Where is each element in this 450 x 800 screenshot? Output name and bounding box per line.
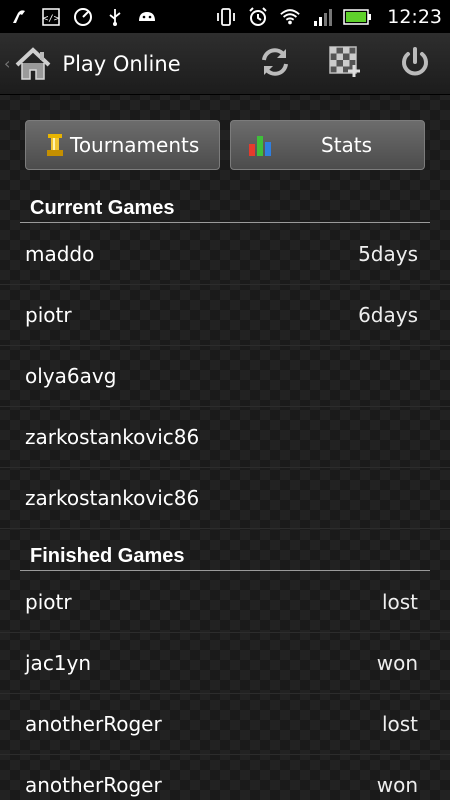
action-bar-actions xyxy=(240,33,450,95)
home-icon[interactable] xyxy=(12,43,54,85)
new-game-icon xyxy=(328,45,362,83)
game-row[interactable]: maddo 5days xyxy=(0,224,450,285)
game-status: lost xyxy=(381,590,418,614)
refresh-icon xyxy=(258,45,292,83)
new-game-button[interactable] xyxy=(310,33,380,95)
signal-icon xyxy=(311,6,333,28)
opponent-name: maddo xyxy=(25,242,95,266)
code-icon: </> xyxy=(40,6,62,28)
finished-games-header: Finished Games xyxy=(20,543,430,571)
page-title: Play Online xyxy=(62,51,181,76)
opponent-name: zarkostankovic86 xyxy=(25,425,200,449)
game-row[interactable]: zarkostankovic86 xyxy=(0,468,450,529)
game-row[interactable]: olya6avg xyxy=(0,346,450,407)
tournaments-label: Tournaments xyxy=(70,133,200,157)
tournaments-button[interactable]: Tournaments xyxy=(25,120,220,170)
game-row[interactable]: zarkostankovic86 xyxy=(0,407,450,468)
notification-icon xyxy=(8,6,30,28)
action-bar: ‹ Play Online xyxy=(0,33,450,95)
opponent-name: jac1yn xyxy=(25,651,92,675)
game-row[interactable]: anotherRoger lost xyxy=(0,694,450,755)
speedometer-icon xyxy=(72,6,94,28)
wifi-icon xyxy=(279,6,301,28)
game-row[interactable]: piotr lost xyxy=(0,572,450,633)
game-row[interactable]: piotr 6days xyxy=(0,285,450,346)
bar-chart-icon xyxy=(247,132,273,158)
opponent-name: anotherRoger xyxy=(25,712,162,736)
vibrate-icon xyxy=(215,6,237,28)
trophy-icon xyxy=(42,132,68,158)
game-status: won xyxy=(376,651,418,675)
game-status: 5days xyxy=(358,242,418,266)
android-icon xyxy=(136,6,158,28)
status-time: 12:23 xyxy=(387,5,442,28)
stats-button[interactable]: Stats xyxy=(230,120,425,170)
alarm-icon xyxy=(247,6,269,28)
up-caret-icon[interactable]: ‹ xyxy=(4,54,10,73)
opponent-name: zarkostankovic86 xyxy=(25,486,200,510)
power-button[interactable] xyxy=(380,33,450,95)
opponent-name: olya6avg xyxy=(25,364,117,388)
status-bar-left: </> xyxy=(8,6,158,28)
game-row[interactable]: jac1yn won xyxy=(0,633,450,694)
game-status: lost xyxy=(381,712,418,736)
battery-icon xyxy=(343,6,373,28)
power-icon xyxy=(398,45,432,83)
opponent-name: piotr xyxy=(25,590,72,614)
top-buttons: Tournaments Stats xyxy=(25,120,425,170)
usb-icon xyxy=(104,6,126,28)
opponent-name: piotr xyxy=(25,303,72,327)
game-status: won xyxy=(376,773,418,797)
svg-text:</>: </> xyxy=(43,14,60,24)
current-games-list: maddo 5days piotr 6days olya6avg zarkostankov… xyxy=(0,224,450,529)
opponent-name: anotherRoger xyxy=(25,773,162,797)
status-bar-right: 12:23 xyxy=(215,6,442,28)
status-bar: </> 12:23 xyxy=(0,0,450,33)
game-row[interactable]: anotherRoger won xyxy=(0,755,450,800)
finished-games-list: piotr lost jac1yn won anotherRoger lost anothe… xyxy=(0,572,450,800)
game-status: 6days xyxy=(358,303,418,327)
refresh-button[interactable] xyxy=(240,33,310,95)
current-games-header: Current Games xyxy=(20,195,430,223)
stats-label: Stats xyxy=(321,133,373,157)
